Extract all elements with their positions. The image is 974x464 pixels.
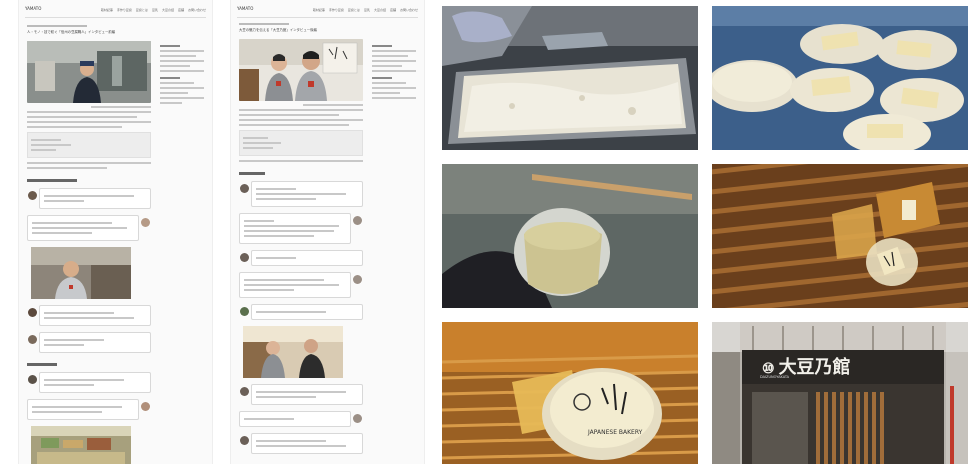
nav-item[interactable]: 取材記事 [313,8,325,12]
nav-item[interactable]: 豆乳 [364,8,370,12]
page-header: YAMATO 取材記事 手作り豆腐 豆腐とは 豆乳 大豆の話 店舗 お問い合わせ [25,4,206,18]
shop-shelf-photo [31,426,131,464]
tofu-making-tray-photo [442,6,698,150]
site-logo: YAMATO [237,6,254,11]
site-logo: YAMATO [25,6,42,11]
sidebar [160,40,204,107]
shop-storefront-photo: ⑩ 大豆乃館 DAIZUNOYAKATA [712,322,968,464]
interview-photo [31,247,131,299]
article-page-preview-1: YAMATO 取材記事 手作り豆腐 豆腐とは 豆乳 大豆の話 店舗 お問い合わせ 人・モノ・… [18,0,213,464]
article-page-preview-2: YAMATO 取材記事 手作り豆腐 豆腐とは 豆乳 大豆の話 店舗 お問い合わせ 大豆の魅力… [230,0,425,464]
soy-pudding-cup-photo [442,164,698,308]
nav-item[interactable]: 豆腐とは [136,8,148,12]
nav-item[interactable]: 大豆の話 [374,8,386,12]
interview-photo [243,326,343,378]
nav-item[interactable]: 手作り豆腐 [329,8,344,12]
page-header: YAMATO 取材記事 手作り豆腐 豆腐とは 豆乳 大豆の話 店舗 お問い合わせ [237,4,418,18]
packaged-tofu-cups-photo [712,6,968,150]
site-nav: 取材記事 手作り豆腐 豆腐とは 豆乳 大豆の話 店舗 お問い合わせ [309,8,418,12]
hero-photo [27,41,151,103]
article-title: 人・モノ・技で紡ぐ「信州の豆腐職人」インタビュー前編 [27,30,116,34]
nav-item[interactable]: お問い合わせ [188,8,206,12]
package-label-text: JAPANESE BAKERY [587,429,643,436]
fried-tofu-on-bamboo-photo [712,164,968,308]
nav-item[interactable]: 店舗 [178,8,184,12]
nav-item[interactable]: 大豆の話 [162,8,174,12]
article-title: 大豆の魅力を伝える「大豆乃館」インタビュー後編 [239,28,317,32]
article-body: 人・モノ・技で紡ぐ「信州の豆腐職人」インタビュー前編 [27,22,151,464]
nav-item[interactable]: 店舗 [390,8,396,12]
nav-item[interactable]: 取材記事 [101,8,113,12]
article-body: 大豆の魅力を伝える「大豆乃館」インタビュー後編 [239,20,363,460]
site-nav: 取材記事 手作り豆腐 豆腐とは 豆乳 大豆の話 店舗 お問い合わせ [97,8,206,12]
nav-item[interactable]: 豆乳 [152,8,158,12]
nav-item[interactable]: お問い合わせ [400,8,418,12]
sidebar [372,40,416,102]
tofu-products-display-photo: JAPANESE BAKERY [442,322,698,464]
nav-item[interactable]: 手作り豆腐 [117,8,132,12]
shop-sign-text: 大豆乃館 [778,357,851,378]
shop-sign-small: DAIZUNOYAKATA [760,375,790,379]
nav-item[interactable]: 豆腐とは [348,8,360,12]
hero-photo [239,39,363,101]
